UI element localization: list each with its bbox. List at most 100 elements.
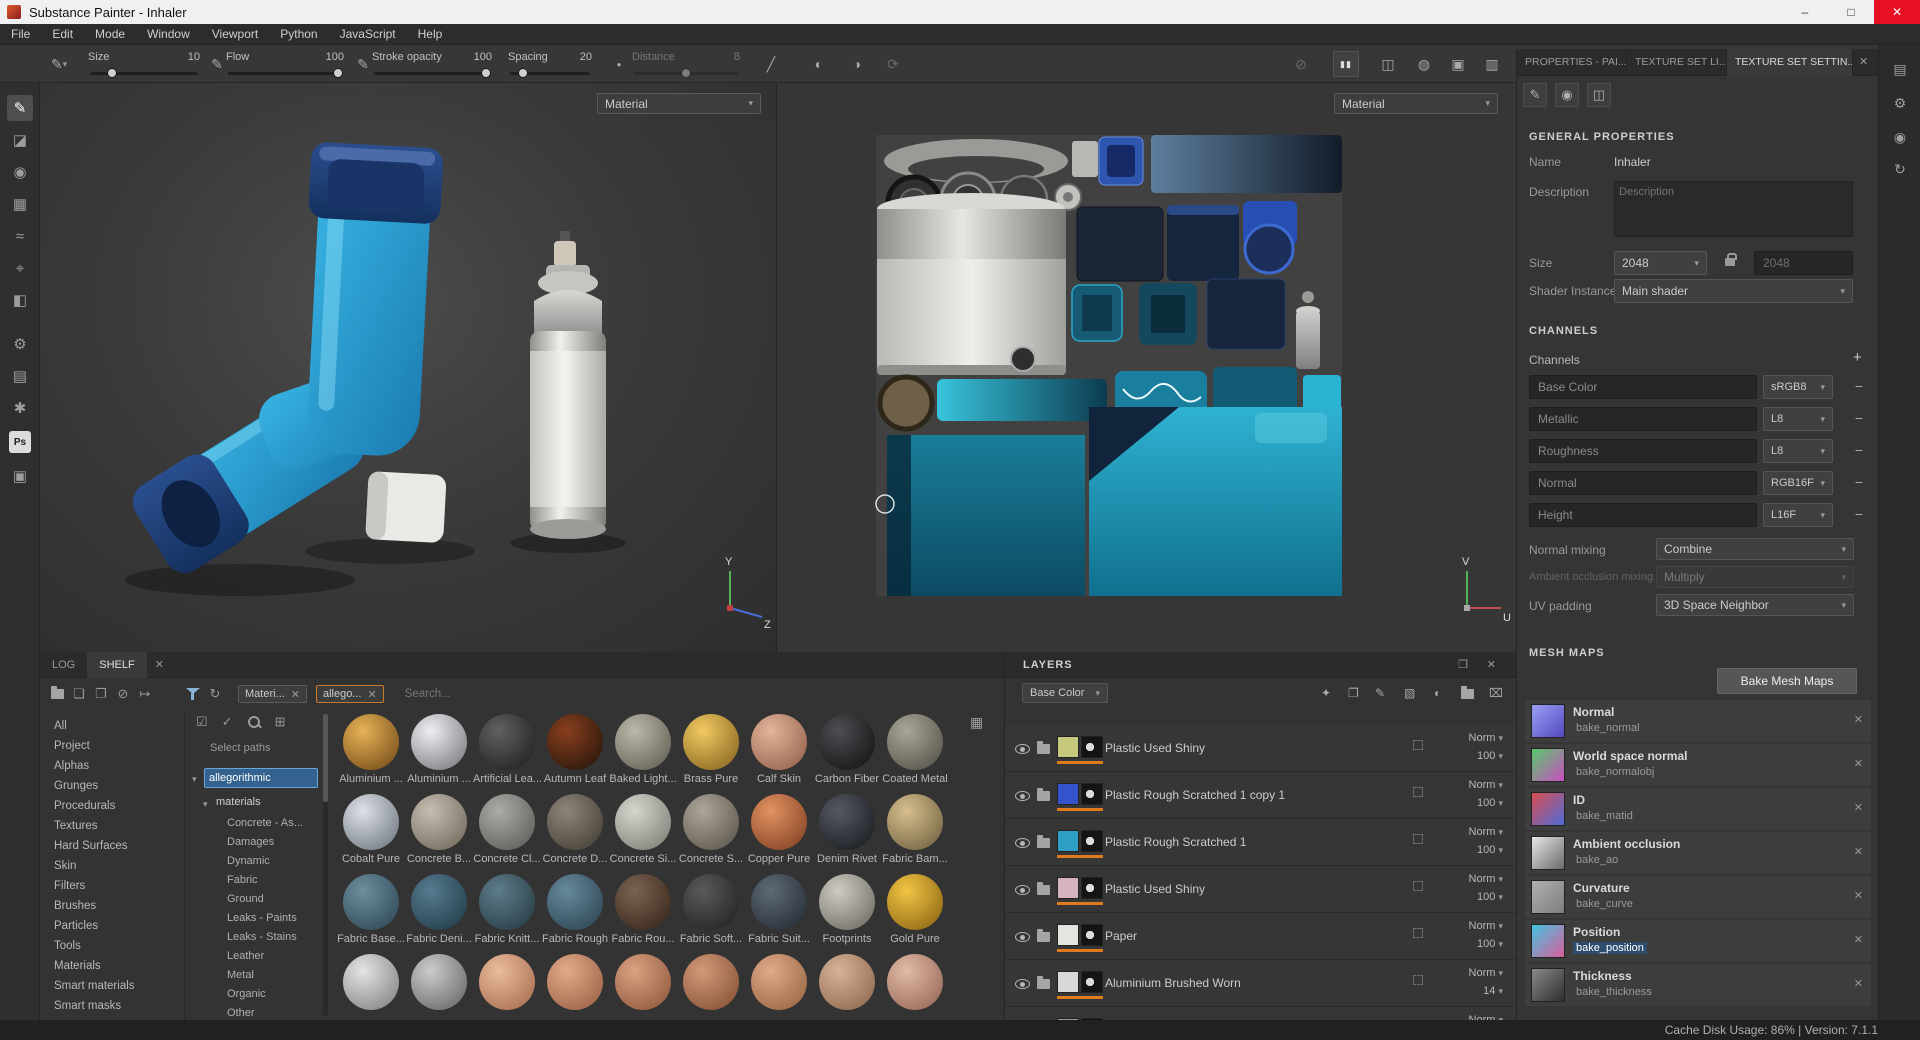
- paint-properties-icon[interactable]: ✎: [1523, 83, 1547, 107]
- passthrough-toggle[interactable]: [1413, 975, 1423, 985]
- duplicate-layer-icon[interactable]: ❐: [1348, 686, 1359, 700]
- tree-item[interactable]: Damages: [227, 833, 303, 852]
- category-item[interactable]: All: [54, 716, 182, 736]
- channel-format-dropdown[interactable]: L16F ▾: [1763, 503, 1833, 527]
- float-window-icon[interactable]: ❐: [1458, 658, 1468, 671]
- tree-item[interactable]: Dynamic: [227, 852, 303, 871]
- export-resources-icon[interactable]: ↦: [134, 686, 156, 702]
- close-button[interactable]: ✕: [1874, 0, 1920, 24]
- material-item[interactable]: [473, 954, 541, 1020]
- menu-item[interactable]: Edit: [41, 24, 84, 45]
- mesh-map-item[interactable]: Normal bake_normal ✕: [1525, 700, 1871, 742]
- bake-mesh-maps-button[interactable]: Bake Mesh Maps: [1717, 668, 1857, 694]
- material-item[interactable]: Concrete D...: [541, 794, 609, 874]
- maximize-button[interactable]: □: [1828, 0, 1874, 24]
- plugin-icon[interactable]: ▣: [7, 463, 33, 489]
- particles-icon[interactable]: ✱: [7, 395, 33, 421]
- channel-format-dropdown[interactable]: L8 ▾: [1763, 407, 1833, 431]
- add-channel-icon[interactable]: +: [1853, 349, 1862, 366]
- opacity-dropdown[interactable]: 100 ▾: [1477, 844, 1503, 856]
- material-item[interactable]: Fabric Soft...: [677, 874, 745, 954]
- layer-row[interactable]: Norm ▾ ▾: [1005, 1007, 1516, 1020]
- clear-mesh-map-icon[interactable]: ✕: [1854, 977, 1863, 990]
- clone-tool-icon[interactable]: ⌖: [7, 255, 33, 281]
- visibility-eye-icon[interactable]: [1015, 932, 1030, 942]
- uv-padding-dropdown[interactable]: 3D Space Neighbor ▾: [1656, 594, 1854, 616]
- material-item[interactable]: Gold Pure: [881, 874, 949, 954]
- category-item[interactable]: Alphas: [54, 756, 182, 776]
- search-icon[interactable]: [247, 715, 261, 729]
- brush-preset-icon[interactable]: ✎ ▾: [46, 51, 72, 77]
- material-item[interactable]: [813, 954, 881, 1020]
- material-item[interactable]: Brass Pure: [677, 714, 745, 794]
- filter-chip[interactable]: Materi... ✕: [238, 685, 307, 703]
- blend-mode-dropdown[interactable]: Norm ▾: [1469, 732, 1503, 744]
- layer-thumbnail[interactable]: [1057, 877, 1079, 899]
- mesh-map-filename[interactable]: bake_curve: [1573, 898, 1636, 910]
- new-resource-icon[interactable]: ❏: [68, 686, 90, 702]
- projection-tool-icon[interactable]: ◉: [7, 159, 33, 185]
- layer-row[interactable]: Plastic Rough Scratched 1 copy 1 Norm ▾ …: [1005, 772, 1516, 819]
- menu-item[interactable]: Python: [269, 24, 328, 45]
- visibility-eye-icon[interactable]: [1015, 885, 1030, 895]
- close-icon[interactable]: ✕: [1487, 658, 1496, 671]
- layer-row[interactable]: Plastic Used Shiny Norm ▾ 100 ▾: [1005, 725, 1516, 772]
- delete-layer-icon[interactable]: ⌧: [1489, 686, 1503, 700]
- layer-name[interactable]: Plastic Used Shiny: [1105, 741, 1205, 755]
- blend-mode-dropdown[interactable]: Norm ▾: [1469, 967, 1503, 979]
- shading-right-icon[interactable]: ◑: [844, 51, 870, 77]
- add-path-icon[interactable]: ⊞: [275, 714, 286, 730]
- search-input[interactable]: [404, 688, 525, 700]
- polygon-fill-tool-icon[interactable]: ▦: [7, 191, 33, 217]
- opacity-dropdown[interactable]: 100 ▾: [1477, 938, 1503, 950]
- category-item[interactable]: Procedurals: [54, 796, 182, 816]
- passthrough-toggle[interactable]: [1413, 787, 1423, 797]
- material-item[interactable]: Baked Light...: [609, 714, 677, 794]
- material-item[interactable]: [677, 954, 745, 1020]
- layer-mask-thumbnail[interactable]: [1081, 830, 1103, 852]
- opacity-dropdown[interactable]: 14 ▾: [1483, 985, 1503, 997]
- category-item[interactable]: Tools: [54, 936, 182, 956]
- category-item[interactable]: Particles: [54, 916, 182, 936]
- opacity-dropdown[interactable]: 100 ▾: [1477, 797, 1503, 809]
- mesh-map-filename[interactable]: bake_normalobj: [1573, 766, 1657, 778]
- mesh-map-item[interactable]: Position bake_position ✕: [1525, 920, 1871, 962]
- history-icon[interactable]: ↻: [1888, 157, 1912, 181]
- channel-format-dropdown[interactable]: RGB16F ▾: [1763, 471, 1833, 495]
- menu-item[interactable]: Help: [407, 24, 454, 45]
- layer-name[interactable]: Aluminium Brushed Worn: [1105, 976, 1241, 990]
- layer-thumbnail[interactable]: [1057, 924, 1079, 946]
- visibility-eye-icon[interactable]: [1015, 791, 1030, 801]
- material-item[interactable]: Cobalt Pure: [337, 794, 405, 874]
- category-item[interactable]: Materials: [54, 956, 182, 976]
- size-slider[interactable]: [90, 68, 198, 78]
- mesh-map-item[interactable]: ID bake_matid ✕: [1525, 788, 1871, 830]
- menu-item[interactable]: Window: [136, 24, 201, 45]
- layer-thumbnail[interactable]: [1057, 830, 1079, 852]
- material-item[interactable]: Concrete B...: [405, 794, 473, 874]
- menu-item[interactable]: Mode: [84, 24, 136, 45]
- mesh-map-item[interactable]: Thickness bake_thickness ✕: [1525, 964, 1871, 1006]
- settings-gear-icon[interactable]: ⚙: [1888, 91, 1912, 115]
- tree-item[interactable]: Leaks - Stains: [227, 928, 303, 947]
- shading-mode-dropdown-2d[interactable]: Material ▾: [1334, 93, 1498, 114]
- remove-channel-icon[interactable]: −: [1855, 442, 1863, 458]
- layer-name[interactable]: Plastic Used Shiny: [1105, 882, 1205, 896]
- material-item[interactable]: [745, 954, 813, 1020]
- material-item[interactable]: Concrete Cl...: [473, 794, 541, 874]
- material-item[interactable]: [541, 954, 609, 1020]
- passthrough-toggle[interactable]: [1413, 928, 1423, 938]
- material-item[interactable]: Calf Skin: [745, 714, 813, 794]
- filter-chip[interactable]: allego... ✕: [315, 685, 384, 703]
- shading-left-icon[interactable]: ◐: [806, 51, 832, 77]
- material-item[interactable]: Aluminium ...: [405, 714, 473, 794]
- tab-texture-set-settings[interactable]: TEXTURE SET SETTIN...: [1727, 49, 1853, 76]
- screenshot-icon[interactable]: ▥: [1479, 51, 1505, 77]
- name-value[interactable]: Inhaler: [1614, 155, 1651, 169]
- tree-item[interactable]: Organic: [227, 985, 303, 1004]
- mesh-map-item[interactable]: Curvature bake_curve ✕: [1525, 876, 1871, 918]
- menu-item[interactable]: Viewport: [201, 24, 269, 45]
- shading-mode-dropdown-3d[interactable]: Material ▾: [597, 93, 761, 114]
- add-effect-icon[interactable]: ✦: [1321, 686, 1331, 700]
- category-item[interactable]: Filters: [54, 876, 182, 896]
